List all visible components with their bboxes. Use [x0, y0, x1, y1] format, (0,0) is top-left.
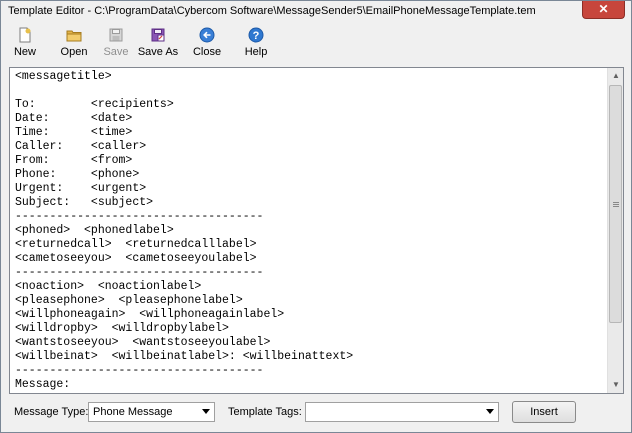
bottom-bar: Message Type: Phone Message Template Tag… — [1, 399, 631, 427]
help-question-icon: ? — [248, 27, 264, 43]
scroll-down-arrow-icon[interactable]: ▼ — [608, 377, 623, 393]
message-type-select[interactable]: Phone Message — [88, 402, 215, 422]
close-button[interactable]: Close — [189, 25, 225, 63]
save-as-icon — [151, 28, 165, 42]
save-button[interactable]: Save — [100, 25, 132, 63]
open-folder-icon — [66, 30, 82, 42]
help-button-label: Help — [244, 46, 268, 58]
template-tags-label: Template Tags: — [228, 406, 302, 418]
title-bar[interactable]: Template Editor - C:\ProgramData\Cyberco… — [1, 1, 631, 23]
insert-button[interactable]: Insert — [512, 401, 576, 423]
window-close-button[interactable]: ✕ — [582, 1, 625, 19]
new-button[interactable]: New — [8, 25, 42, 63]
vertical-scrollbar[interactable]: ▲ ▼ — [607, 68, 623, 393]
toolbar: New Open Save Save As Close ? Help — [2, 25, 630, 63]
open-button[interactable]: Open — [55, 25, 93, 63]
save-disk-icon — [109, 28, 123, 42]
message-type-value: Phone Message — [93, 406, 173, 418]
save-button-label: Save — [103, 46, 129, 58]
scroll-up-arrow-icon[interactable]: ▲ — [608, 68, 623, 84]
message-type-label: Message Type: — [14, 406, 89, 418]
new-button-label: New — [13, 46, 36, 58]
template-editor-window: Template Editor - C:\ProgramData\Cyberco… — [0, 0, 632, 433]
open-button-label: Open — [60, 46, 88, 58]
save-as-button-label: Save As — [137, 46, 179, 58]
new-document-icon — [19, 27, 31, 43]
template-content[interactable]: <messagetitle> To: <recipients> Date: <d… — [15, 70, 353, 392]
scrollbar-grip-icon — [613, 202, 619, 207]
chevron-down-icon — [486, 409, 494, 414]
help-button[interactable]: ? Help — [240, 25, 272, 63]
back-arrow-close-icon — [199, 27, 215, 43]
close-button-label: Close — [192, 46, 222, 58]
scrollbar-thumb[interactable] — [609, 85, 622, 323]
svg-text:?: ? — [253, 30, 260, 42]
window-title: Template Editor - C:\ProgramData\Cyberco… — [8, 5, 536, 17]
template-text-editor[interactable]: <messagetitle> To: <recipients> Date: <d… — [9, 67, 624, 394]
template-tags-select[interactable] — [305, 402, 499, 422]
chevron-down-icon — [202, 409, 210, 414]
save-as-button[interactable]: Save As — [136, 25, 180, 63]
